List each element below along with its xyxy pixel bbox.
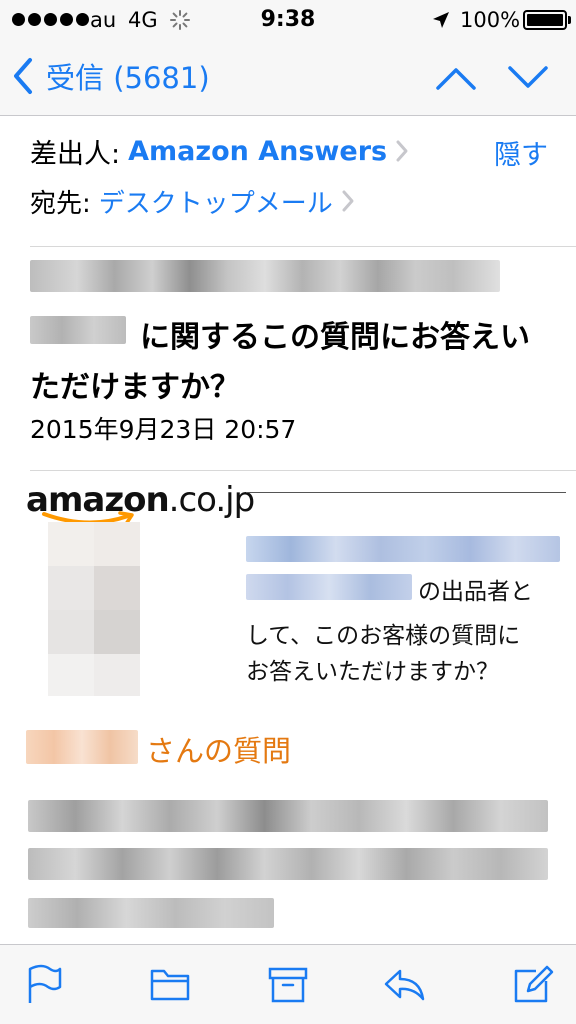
subject-divider bbox=[30, 470, 576, 471]
location-arrow-icon bbox=[433, 12, 449, 28]
asker-question-heading: さんの質問 bbox=[146, 734, 292, 768]
battery-percentage: 100% bbox=[460, 8, 521, 32]
recipient-name-link[interactable]: デスクトップメール bbox=[99, 183, 333, 220]
back-to-inbox-button[interactable]: 受信 (5681) bbox=[10, 54, 210, 98]
chevron-right-icon bbox=[396, 140, 408, 162]
battery-tip bbox=[568, 16, 571, 24]
flag-icon[interactable] bbox=[20, 963, 64, 1005]
subject-line-3: ただけますか？ bbox=[30, 370, 240, 405]
subject-redacted-product bbox=[30, 316, 126, 344]
battery-icon bbox=[523, 10, 567, 30]
email-date: 2015年9月23日 20:57 bbox=[30, 415, 297, 444]
question-body-redacted-line-2 bbox=[28, 848, 548, 880]
question-text-line-3: して、このお客様の質問に bbox=[246, 623, 521, 649]
chevron-up-icon[interactable] bbox=[434, 58, 478, 98]
question-text-line-2: の出品者と bbox=[418, 579, 533, 605]
navigation-bar: 受信 (5681) bbox=[0, 40, 576, 116]
chevron-right-icon bbox=[342, 190, 354, 212]
asker-name-redacted bbox=[26, 730, 138, 764]
chevron-down-icon[interactable] bbox=[506, 58, 550, 98]
hide-details-button[interactable]: 隠す bbox=[494, 133, 548, 172]
sender-row: 差出人: Amazon Answers bbox=[30, 133, 409, 170]
from-label: 差出人: bbox=[30, 138, 121, 170]
product-image[interactable] bbox=[48, 522, 140, 696]
back-button-label: 受信 (5681) bbox=[46, 61, 210, 95]
status-bar: au 4G 9:38 100% bbox=[0, 0, 576, 40]
question-text-line-4: お答えいただけますか？ bbox=[246, 659, 499, 685]
archive-icon[interactable] bbox=[266, 963, 310, 1005]
to-label: 宛先: bbox=[30, 188, 91, 219]
header-divider bbox=[30, 246, 576, 247]
sender-name-link[interactable]: Amazon Answers bbox=[128, 136, 387, 167]
question-body-redacted-line-3 bbox=[28, 898, 274, 928]
logo-rule bbox=[246, 492, 566, 493]
question-body-redacted-line-1 bbox=[28, 800, 548, 832]
recipient-row: 宛先: デスクトップメール bbox=[30, 183, 355, 219]
amazon-logo: amazon.co.jp bbox=[26, 480, 255, 528]
bottom-toolbar bbox=[0, 944, 576, 1024]
compose-icon[interactable] bbox=[510, 963, 554, 1005]
product-name-redacted-line-2 bbox=[246, 574, 412, 600]
subject-line-2: に関するこの質問にお答えい bbox=[140, 320, 530, 355]
folder-icon[interactable] bbox=[148, 963, 192, 1005]
product-name-redacted-line-1 bbox=[246, 536, 560, 562]
reply-icon[interactable] bbox=[382, 963, 426, 1005]
chevron-left-icon bbox=[14, 58, 32, 94]
